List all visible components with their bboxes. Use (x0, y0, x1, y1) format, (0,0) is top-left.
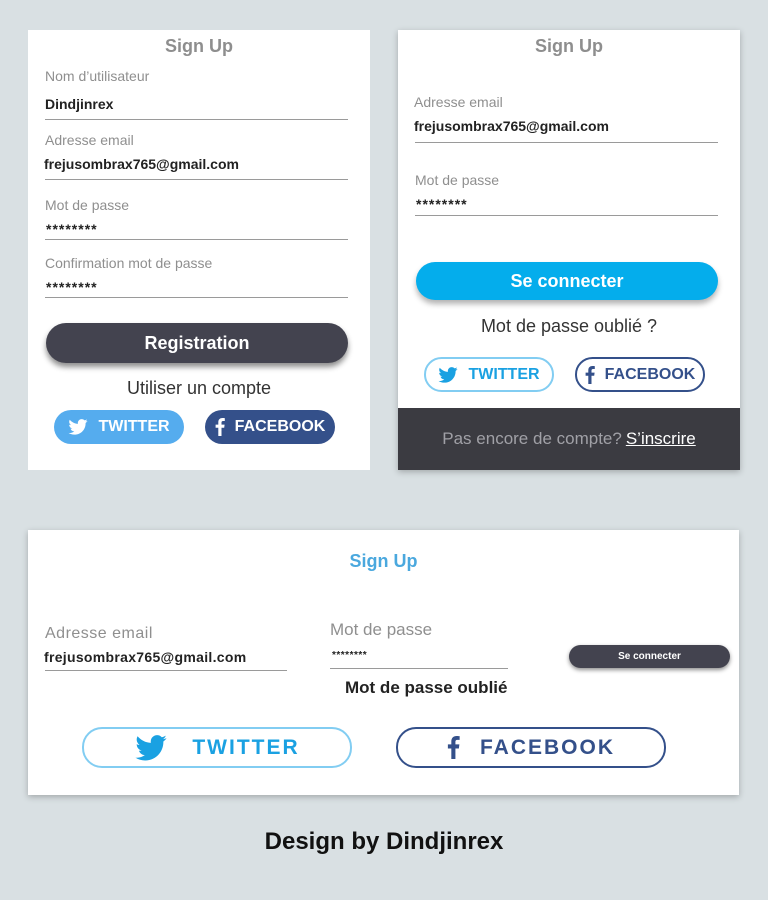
twitter-label: TWITTER (98, 418, 170, 435)
login-button[interactable]: Se connecter (416, 262, 718, 300)
confirm-password-field[interactable]: ******** (46, 279, 98, 295)
footer-text: Pas encore de compte? (442, 429, 622, 448)
facebook-button[interactable]: FACEBOOK (205, 410, 335, 444)
password-label: Mot de passe (330, 620, 433, 639)
facebook-button[interactable]: FACEBOOK (396, 727, 666, 768)
registration-button[interactable]: Registration (46, 323, 348, 363)
confirm-password-underline (45, 297, 348, 298)
use-account-text: Utiliser un compte (126, 378, 272, 398)
twitter-label: TWITTER (192, 735, 300, 759)
password-label: Mot de passe (45, 197, 130, 213)
facebook-icon (447, 736, 460, 759)
password-underline (415, 215, 718, 216)
design-credit: Design by Dindjinrex (264, 828, 504, 855)
twitter-label: TWITTER (468, 365, 540, 383)
email-underline (415, 142, 718, 143)
login-card-2: Sign Up Adresse email frejusombrax765@gm… (398, 30, 740, 470)
forgot-password-link[interactable]: Mot de passe oublié (345, 678, 507, 698)
password-field[interactable]: ******** (332, 650, 367, 661)
email-label: Adresse email (414, 94, 503, 110)
email-underline (45, 670, 287, 671)
password-underline (45, 239, 348, 240)
login-card-3: Sign Up Adresse email frejusombrax765@gm… (28, 530, 739, 795)
username-label: Nom d’utilisateur (45, 68, 150, 84)
confirm-password-label: Confirmation mot de passe (45, 255, 213, 271)
signup-card-1: Sign Up Nom d’utilisateur Dindjinrex Adr… (28, 30, 370, 470)
card-title: Sign Up (349, 551, 418, 571)
twitter-button[interactable]: TWITTER (424, 357, 554, 392)
twitter-button[interactable]: TWITTER (82, 727, 352, 768)
card-title: Sign Up (165, 36, 233, 56)
password-label: Mot de passe (415, 172, 500, 188)
signup-footer: Pas encore de compte? S’inscrire (398, 408, 740, 470)
twitter-icon (134, 734, 168, 761)
facebook-button[interactable]: FACEBOOK (575, 357, 705, 392)
email-label: Adresse email (45, 132, 134, 148)
signup-link[interactable]: S’inscrire (626, 429, 696, 449)
password-field[interactable]: ******** (46, 221, 98, 237)
username-underline (45, 119, 348, 120)
email-field[interactable]: frejusombrax765@gmail.com (44, 649, 246, 665)
facebook-icon (215, 418, 225, 436)
email-field[interactable]: frejusombrax765@gmail.com (414, 118, 609, 134)
password-field[interactable]: ******** (416, 196, 468, 212)
facebook-label: FACEBOOK (604, 365, 696, 383)
twitter-button[interactable]: TWITTER (54, 410, 184, 444)
username-field[interactable]: Dindjinrex (45, 96, 113, 112)
twitter-icon (68, 419, 89, 435)
password-underline (330, 668, 508, 669)
facebook-icon (585, 365, 595, 384)
email-label: Adresse email (45, 625, 153, 642)
facebook-label: FACEBOOK (234, 418, 326, 435)
login-button[interactable]: Se connecter (569, 645, 730, 668)
facebook-label: FACEBOOK (479, 735, 615, 759)
forgot-password-link[interactable]: Mot de passe oublié ? (398, 316, 740, 337)
card-title: Sign Up (535, 36, 603, 56)
email-field[interactable]: frejusombrax765@gmail.com (44, 156, 239, 172)
email-underline (45, 179, 348, 180)
twitter-icon (438, 366, 459, 383)
